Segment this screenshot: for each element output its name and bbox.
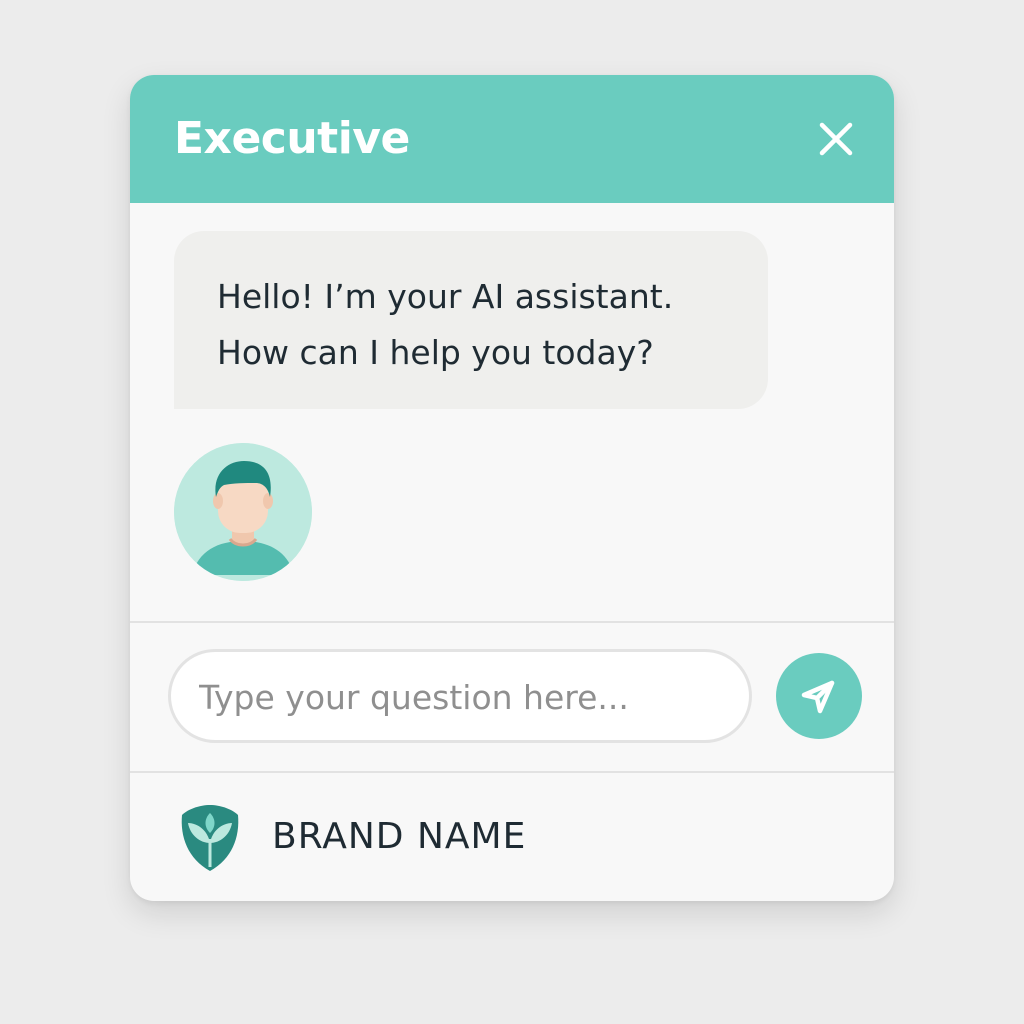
close-icon bbox=[819, 122, 853, 156]
message-list: Hello! I’m your AI assistant. How can I … bbox=[130, 203, 894, 621]
message-text-line: Hello! I’m your AI assistant. bbox=[217, 277, 674, 316]
assistant-message-bubble: Hello! I’m your AI assistant. How can I … bbox=[174, 231, 768, 409]
footer: BRAND NAME bbox=[130, 773, 894, 901]
chat-widget: Executive Hello! I’m your AI assistant. … bbox=[130, 75, 894, 901]
message-text-line: How can I help you today? bbox=[217, 333, 654, 372]
composer bbox=[130, 623, 894, 771]
send-button[interactable] bbox=[776, 653, 862, 739]
close-button[interactable] bbox=[808, 111, 864, 167]
leaf-shield-logo-icon bbox=[181, 805, 239, 871]
user-avatar-icon bbox=[174, 443, 312, 581]
brand-logo bbox=[180, 803, 240, 873]
chat-title: Executive bbox=[174, 113, 410, 164]
brand-name: BRAND NAME bbox=[272, 816, 527, 857]
chat-header: Executive bbox=[130, 75, 894, 203]
question-input[interactable] bbox=[197, 652, 731, 742]
send-icon bbox=[801, 680, 835, 714]
question-input-wrapper bbox=[168, 649, 752, 743]
avatar bbox=[174, 443, 312, 581]
